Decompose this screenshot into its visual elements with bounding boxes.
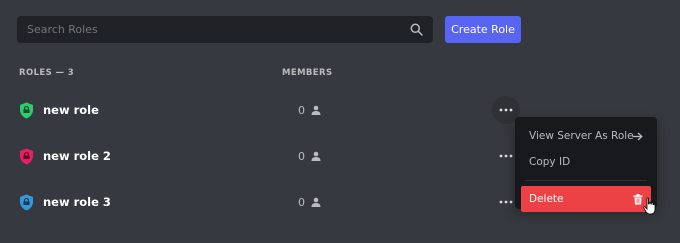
role-name[interactable]: new role 2	[43, 149, 111, 163]
roles-column-header: ROLES — 3	[19, 68, 75, 78]
more-icon	[499, 108, 513, 112]
role-context-menu: View Server As Role Copy ID Delete	[515, 117, 657, 212]
more-icon	[499, 200, 513, 204]
server-settings-roles: Create Role ROLES — 3 MEMBERS new role 0…	[0, 0, 680, 243]
search-bar	[17, 16, 433, 43]
member-count: 0	[298, 103, 305, 117]
create-role-button[interactable]: Create Role	[445, 16, 521, 43]
search-icon[interactable]	[409, 23, 423, 37]
shield-icon	[20, 194, 33, 210]
shield-icon	[20, 102, 33, 118]
more-icon	[499, 154, 513, 158]
member-icon	[311, 105, 321, 115]
member-icon	[311, 151, 321, 161]
menu-item-label: Copy ID	[529, 156, 571, 168]
menu-item-label: Delete	[529, 193, 564, 205]
members-column-header: MEMBERS	[282, 68, 333, 78]
menu-divider	[525, 180, 647, 181]
menu-item-delete[interactable]: Delete	[521, 186, 651, 212]
role-name[interactable]: new role 3	[43, 195, 111, 209]
menu-item-copy-id[interactable]: Copy ID	[521, 149, 651, 175]
arrow-right-icon	[632, 132, 643, 140]
cursor-icon	[643, 197, 656, 215]
menu-item-view-as-role[interactable]: View Server As Role	[521, 123, 651, 149]
shield-icon	[20, 148, 33, 164]
trash-icon	[633, 193, 643, 204]
member-count: 0	[298, 195, 305, 209]
search-input[interactable]	[27, 23, 409, 36]
member-icon	[311, 197, 321, 207]
role-name[interactable]: new role	[43, 103, 99, 117]
menu-item-label: View Server As Role	[529, 130, 634, 142]
member-count: 0	[298, 149, 305, 163]
